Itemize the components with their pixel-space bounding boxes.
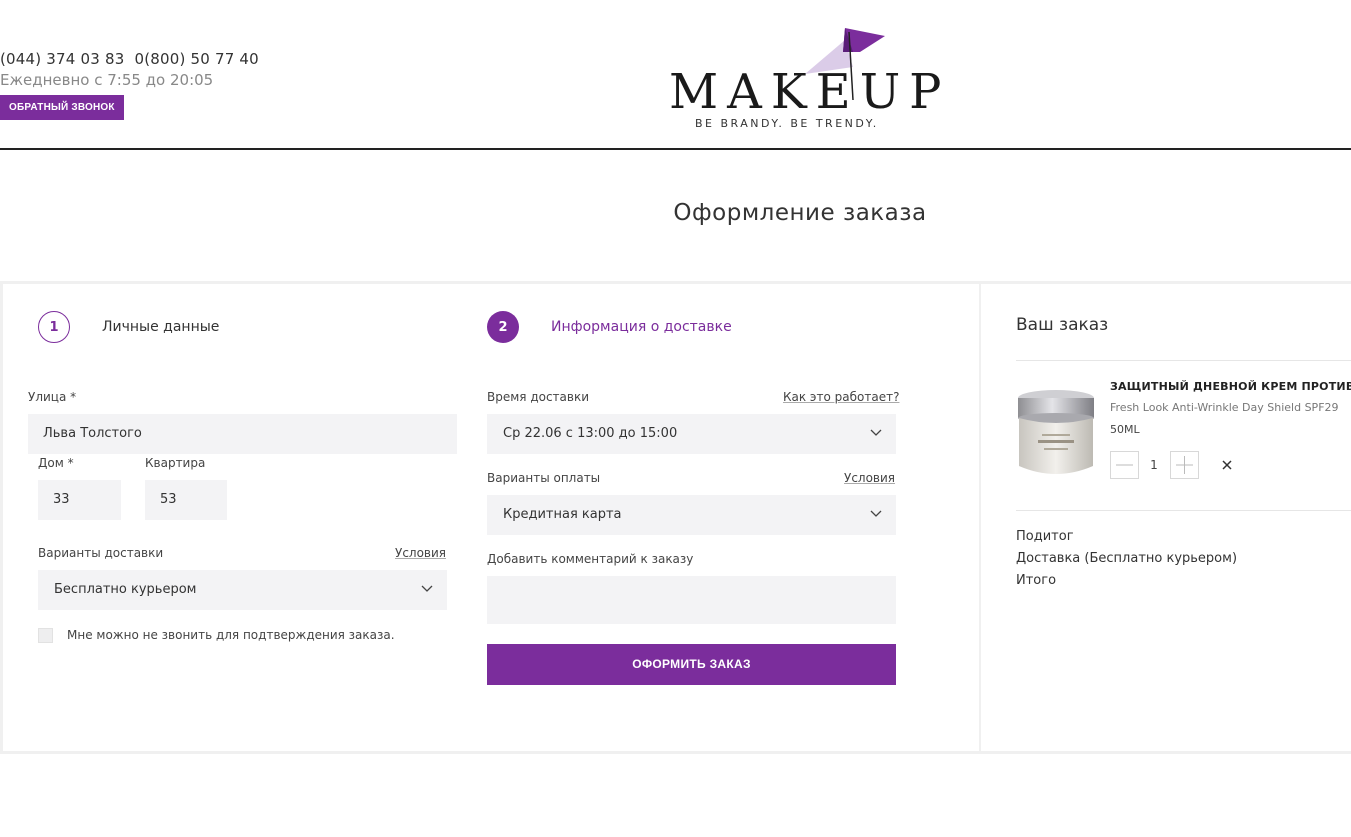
order-divider-bottom (1016, 510, 1351, 511)
site-logo[interactable]: MAKEUP BE BRANDY. BE TRENDY. (665, 20, 941, 135)
order-divider-top (1016, 360, 1351, 361)
chevron-down-icon (870, 429, 882, 436)
delivery-time-select[interactable]: Ср 22.06 с 13:00 до 15:00 (487, 414, 896, 454)
apartment-label: Квартира (145, 456, 206, 470)
step-personal-data[interactable]: 1 Личные данные (38, 311, 219, 343)
delivery-selected-value: Бесплатно курьером (54, 582, 197, 597)
phone-numbers: (044) 374 03 83 0(800) 50 77 40 (0, 50, 269, 68)
subtotal-label: Подитог (1016, 529, 1074, 544)
payment-select[interactable]: Кредитная карта (487, 495, 896, 535)
close-icon[interactable] (1221, 459, 1233, 471)
place-order-button[interactable]: ОФОРМИТЬ ЗАКАЗ (487, 644, 896, 685)
plus-icon (1176, 456, 1193, 474)
how-it-works-link[interactable]: Как это работает? (783, 390, 899, 404)
page-title: Оформление заказа (673, 200, 927, 226)
payment-terms-link[interactable]: Условия (844, 471, 895, 485)
total-label: Итого (1016, 573, 1057, 588)
order-summary-title: Ваш заказ (1016, 315, 1109, 335)
phone-primary[interactable]: (044) 374 03 83 (0, 50, 124, 68)
payment-options-label: Варианты оплаты (487, 471, 601, 485)
working-hours: Ежедневно с 7:55 до 20:05 (0, 71, 214, 89)
step-label: Личные данные (102, 319, 220, 335)
phone-secondary[interactable]: 0(800) 50 77 40 (134, 50, 258, 68)
callback-button[interactable]: ОБРАТНЫЙ ЗВОНОК (0, 95, 124, 120)
comment-label: Добавить комментарий к заказу (487, 552, 694, 566)
product-name[interactable]: ЗАЩИТНЫЙ ДНЕВНОЙ КРЕМ ПРОТИВ МО (1110, 380, 1351, 393)
street-field[interactable]: Льва Толстого (28, 414, 457, 454)
house-label: Дом * (38, 456, 74, 470)
delivery-options-label: Варианты доставки (38, 546, 164, 560)
step-number: 1 (38, 311, 70, 343)
delivery-time-label: Время доставки (487, 390, 590, 404)
quantity-value[interactable]: 1 (1148, 458, 1160, 472)
product-volume: 50ML (1110, 423, 1140, 436)
street-label: Улица * (28, 390, 77, 404)
payment-selected-value: Кредитная карта (503, 507, 622, 522)
delivery-terms-link[interactable]: Условия (395, 546, 446, 560)
logo-wordmark: MAKEUP (669, 64, 951, 120)
apartment-field[interactable]: 53 (145, 480, 227, 520)
step-number: 2 (487, 311, 519, 343)
comment-textarea[interactable] (487, 576, 896, 624)
house-field[interactable]: 33 (38, 480, 121, 520)
site-header: (044) 374 03 83 0(800) 50 77 40 Ежедневно… (0, 0, 1351, 150)
product-image[interactable] (1016, 388, 1096, 480)
minus-icon (1116, 464, 1133, 466)
no-call-label: Мне можно не звонить для подтверждения з… (67, 628, 395, 642)
delivery-cost-label: Доставка (Бесплатно курьером) (1016, 551, 1238, 566)
product-subtitle: Fresh Look Anti-Wrinkle Day Shield SPF29 (1110, 401, 1339, 414)
quantity-increase-button[interactable] (1170, 451, 1199, 479)
delivery-time-selected-value: Ср 22.06 с 13:00 до 15:00 (503, 426, 678, 441)
panel-divider (979, 284, 981, 751)
logo-tagline: BE BRANDY. BE TRENDY. (695, 117, 879, 130)
step-delivery-info[interactable]: 2 Информация о доставке (487, 311, 732, 343)
quantity-decrease-button[interactable] (1110, 451, 1139, 479)
step-label: Информация о доставке (551, 319, 732, 335)
chevron-down-icon (421, 585, 433, 592)
delivery-select[interactable]: Бесплатно курьером (38, 570, 447, 610)
chevron-down-icon (870, 510, 882, 517)
no-call-checkbox[interactable] (38, 628, 53, 643)
